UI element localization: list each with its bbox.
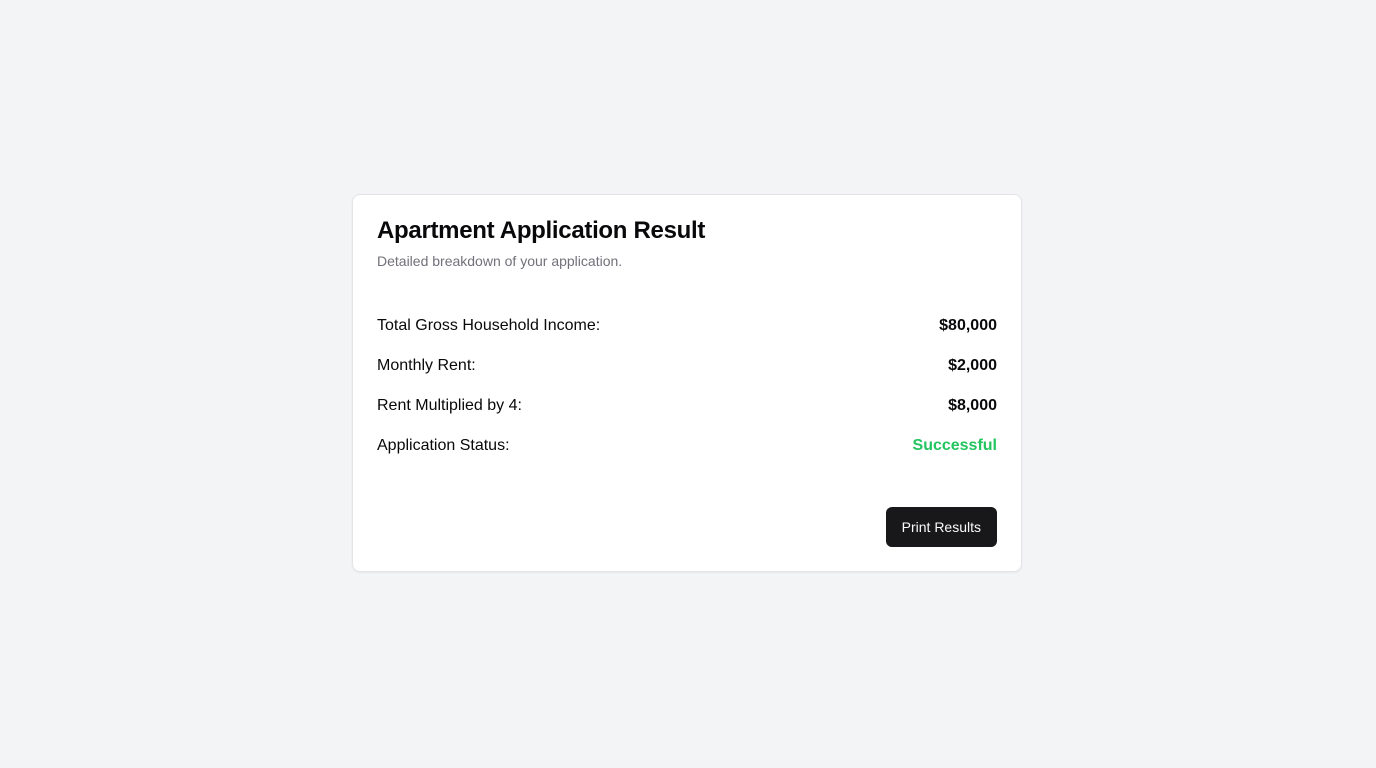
monthly-rent-row: Monthly Rent: $2,000 (377, 354, 997, 378)
income-label: Total Gross Household Income: (377, 317, 601, 334)
application-status-label: Application Status: (377, 437, 510, 454)
print-results-button[interactable]: Print Results (885, 507, 997, 547)
page: Apartment Application Result Detailed br… (0, 0, 1376, 768)
status-badge: Successful (912, 437, 997, 454)
card-actions: Print Results (885, 507, 997, 547)
income-value: $80,000 (939, 317, 997, 334)
monthly-rent-value: $2,000 (948, 357, 997, 374)
application-status-row: Application Status: Successful (377, 434, 997, 458)
rent-multiplied-label: Rent Multiplied by 4: (377, 397, 522, 414)
card-subtitle: Detailed breakdown of your application. (377, 253, 623, 269)
rent-multiplied-row: Rent Multiplied by 4: $8,000 (377, 394, 997, 418)
application-result-card: Apartment Application Result Detailed br… (352, 194, 1022, 572)
income-row: Total Gross Household Income: $80,000 (377, 314, 997, 338)
result-list: Total Gross Household Income: $80,000 Mo… (377, 314, 997, 458)
monthly-rent-label: Monthly Rent: (377, 357, 476, 374)
rent-multiplied-value: $8,000 (948, 397, 997, 414)
card-title: Apartment Application Result (377, 217, 706, 244)
